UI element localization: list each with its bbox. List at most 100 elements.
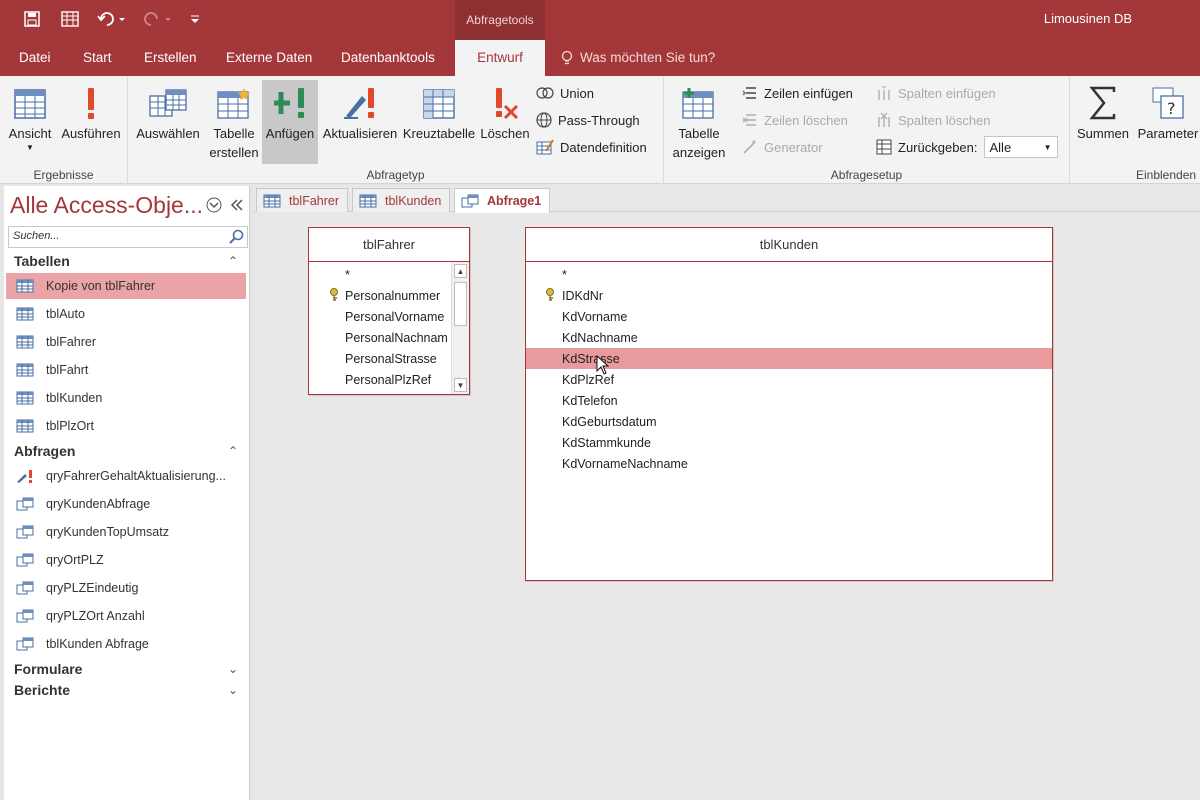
make-table-icon <box>216 80 252 120</box>
parameter-button[interactable]: ? Parameter <box>1136 80 1200 164</box>
scroll-thumb[interactable] <box>454 282 467 326</box>
field-item[interactable]: KdVorname <box>526 306 1052 327</box>
save-icon[interactable] <box>20 8 44 30</box>
nav-table-item[interactable]: tblKunden <box>6 385 246 411</box>
collapse-chevron-icon: ⌃ <box>227 444 238 458</box>
zeilen-loeschen-button[interactable]: Zeilen löschen <box>742 109 848 131</box>
window-title: Limousinen DB <box>1043 11 1132 26</box>
nav-menu-chevron-icon[interactable] <box>206 197 222 216</box>
field-list-tblkunden[interactable]: tblKunden * IDKdNr KdVorname KdNachname KdSt… <box>525 227 1053 581</box>
zurueckgeben-select[interactable]: Alle ▼ <box>983 136 1058 158</box>
tab-start[interactable]: Start <box>83 40 112 76</box>
context-tab-label: Abfragetools <box>455 0 545 40</box>
tab-entwurf[interactable]: Entwurf <box>455 40 545 76</box>
expand-chevron-icon: ⌄ <box>227 683 238 697</box>
spalten-loeschen-button[interactable]: Spalten löschen <box>876 109 991 131</box>
ansicht-label: Ansicht <box>8 126 52 141</box>
field-label: KdStrasse <box>562 351 620 366</box>
nav-section-berichte[interactable]: Berichte ⌄ <box>4 679 250 701</box>
tab-externe-daten[interactable]: Externe Daten <box>226 40 312 76</box>
run-exclamation-icon <box>83 80 99 120</box>
field-item[interactable]: KdVornameNachname <box>526 453 1052 474</box>
undo-icon[interactable] <box>96 8 128 30</box>
summen-button[interactable]: Summen <box>1072 80 1134 164</box>
nav-query-item[interactable]: qryPLZEindeutig <box>6 575 246 601</box>
field-all-columns[interactable]: * <box>526 264 1052 285</box>
collapse-pane-icon[interactable] <box>230 197 244 216</box>
group-label-einblenden: Einblenden <box>1136 168 1197 182</box>
nav-table-item[interactable]: tblFahrer <box>6 329 246 355</box>
auswaehlen-button[interactable]: Auswählen <box>132 80 204 164</box>
query-design-canvas[interactable]: tblFahrer * Personalnummer PersonalVorname… <box>254 213 1200 800</box>
field-item[interactable]: KdGeburtsdatum <box>526 411 1052 432</box>
field-label: KdNachname <box>562 330 638 345</box>
nav-table-item[interactable]: tblPlzOrt <box>6 413 246 439</box>
tabelle-erstellen-button[interactable]: Tabelle erstellen <box>208 80 260 164</box>
customize-qat-icon[interactable] <box>188 8 202 30</box>
union-button[interactable]: Union <box>536 82 594 104</box>
aktualisieren-button[interactable]: Aktualisieren <box>320 80 400 164</box>
field-item[interactable]: KdTelefon <box>526 390 1052 411</box>
scroll-up-icon[interactable]: ▲ <box>454 264 467 278</box>
nav-section-formulare[interactable]: Formulare ⌄ <box>4 658 250 680</box>
field-item[interactable]: Personalnummer <box>309 285 451 306</box>
tab-erstellen[interactable]: Erstellen <box>144 40 197 76</box>
tab-datei[interactable]: Datei <box>19 40 51 76</box>
spalten-einfuegen-button[interactable]: Spalten einfügen <box>876 82 996 104</box>
field-all-columns[interactable]: * <box>309 264 451 285</box>
nav-title[interactable]: Alle Access-Obje... <box>10 192 203 219</box>
nav-table-item[interactable]: tblAuto <box>6 301 246 327</box>
doc-tab-tblkunden[interactable]: tblKunden <box>352 188 451 212</box>
field-item[interactable]: PersonalStrasse <box>309 348 451 369</box>
union-icon <box>536 87 554 99</box>
scroll-down-icon[interactable]: ▼ <box>454 378 467 392</box>
search-icon[interactable] <box>229 229 245 248</box>
nav-table-item[interactable]: Kopie von tblFahrer <box>6 273 246 299</box>
nav-table-item[interactable]: tblFahrt <box>6 357 246 383</box>
ausfuehren-button[interactable]: Ausführen <box>58 80 124 164</box>
quick-access-toolbar <box>20 8 202 30</box>
nav-section-abfragen[interactable]: Abfragen ⌃ <box>4 440 250 462</box>
redo-icon[interactable] <box>142 8 174 30</box>
field-item[interactable]: PersonalNachnam <box>309 327 451 348</box>
nav-section-tabellen[interactable]: Tabellen ⌃ <box>4 250 250 272</box>
select-query-icon <box>148 80 188 120</box>
zeilen-einfuegen-button[interactable]: Zeilen einfügen <box>742 82 853 104</box>
nav-query-item[interactable]: qryFahrerGehaltAktualisierung... <box>6 463 246 489</box>
nav-query-item[interactable]: qryKundenAbfrage <box>6 491 246 517</box>
generator-button[interactable]: Generator <box>742 136 823 158</box>
field-item[interactable]: PersonalVorname <box>309 306 451 327</box>
doc-tab-abfrage1[interactable]: Abfrage1 <box>454 188 551 213</box>
nav-item-label: tblAuto <box>46 307 85 321</box>
field-item[interactable]: PersonalPlzRef <box>309 369 451 390</box>
tabelle-anzeigen-button[interactable]: Tabelle anzeigen <box>668 80 730 164</box>
field-list-scrollbar[interactable]: ▲ ▼ <box>451 262 469 394</box>
tell-me-box[interactable]: Was möchten Sie tun? <box>560 40 715 76</box>
pass-through-button[interactable]: Pass-Through <box>536 109 640 131</box>
ansicht-button[interactable]: Ansicht ▼ <box>4 80 56 164</box>
datendefinition-button[interactable]: Datendefinition <box>536 136 647 158</box>
nav-query-item[interactable]: tblKunden Abfrage <box>6 631 246 657</box>
doc-tab-tblfahrer[interactable]: tblFahrer <box>256 188 349 212</box>
field-item[interactable]: KdNachname <box>526 327 1052 348</box>
table-icon <box>16 391 34 405</box>
field-label: PersonalPlzRef <box>345 372 432 387</box>
tell-me-text: Was möchten Sie tun? <box>580 50 716 65</box>
kreuztabelle-button[interactable]: Kreuztabelle <box>402 80 476 164</box>
field-list-title[interactable]: tblFahrer <box>309 228 469 262</box>
field-item[interactable]: IDKdNr <box>526 285 1052 306</box>
nav-query-item[interactable]: qryKundenTopUmsatz <box>6 519 246 545</box>
nav-query-item[interactable]: qryOrtPLZ <box>6 547 246 573</box>
field-list-title[interactable]: tblKunden <box>526 228 1052 262</box>
loeschen-button[interactable]: Löschen <box>478 80 532 164</box>
tab-datenbanktools[interactable]: Datenbanktools <box>341 40 435 76</box>
anfuegen-button[interactable]: Anfügen <box>262 80 318 164</box>
zurueckgeben-control: Zurückgeben: Alle ▼ <box>876 136 1058 158</box>
nav-query-item[interactable]: qryPLZOrt Anzahl <box>6 603 246 629</box>
table-view-icon[interactable] <box>58 8 82 30</box>
field-list-tblfahrer[interactable]: tblFahrer * Personalnummer PersonalVorname… <box>308 227 470 395</box>
nav-search-input[interactable]: Suchen... <box>8 226 248 248</box>
field-item[interactable]: KdStammkunde <box>526 432 1052 453</box>
title-bar: Abfragetools Limousinen DB <box>0 0 1200 40</box>
nav-section-abfragen-label: Abfragen <box>14 443 76 459</box>
